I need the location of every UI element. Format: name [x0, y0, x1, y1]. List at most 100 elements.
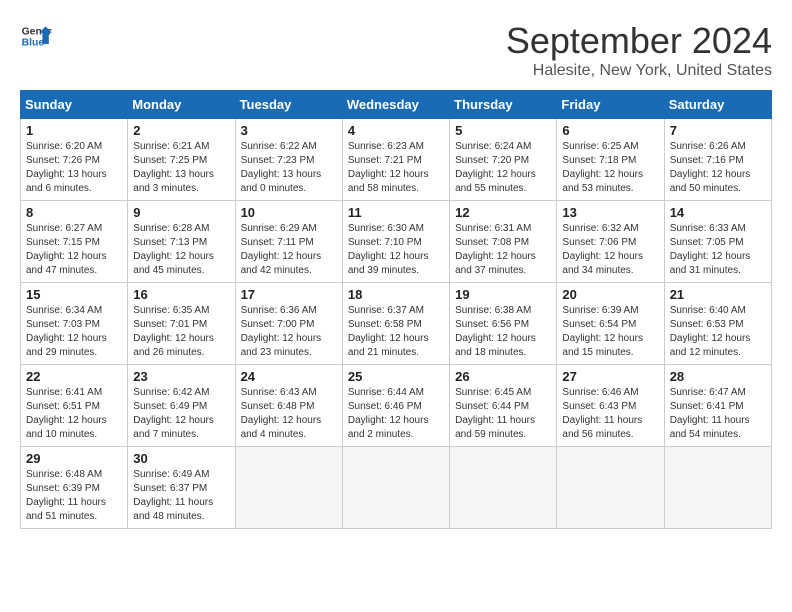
- header: General Blue September 2024 Halesite, Ne…: [20, 20, 772, 80]
- sunset-label: Sunset: 6:54 PM: [562, 319, 636, 330]
- table-row: 2 Sunrise: 6:21 AM Sunset: 7:25 PM Dayli…: [128, 119, 235, 201]
- sunrise-label: Sunrise: 6:41 AM: [26, 387, 102, 398]
- sunset-label: Sunset: 6:56 PM: [455, 319, 529, 330]
- calendar-header-row: Sunday Monday Tuesday Wednesday Thursday…: [21, 91, 772, 119]
- sunrise-label: Sunrise: 6:24 AM: [455, 141, 531, 152]
- sunrise-label: Sunrise: 6:26 AM: [670, 141, 746, 152]
- day-info: Sunrise: 6:35 AM Sunset: 7:01 PM Dayligh…: [133, 304, 229, 360]
- day-info: Sunrise: 6:49 AM Sunset: 6:37 PM Dayligh…: [133, 468, 229, 524]
- table-row: 15 Sunrise: 6:34 AM Sunset: 7:03 PM Dayl…: [21, 283, 128, 365]
- day-info: Sunrise: 6:21 AM Sunset: 7:25 PM Dayligh…: [133, 140, 229, 196]
- table-row: [342, 447, 449, 529]
- logo: General Blue: [20, 20, 52, 52]
- sunset-label: Sunset: 6:51 PM: [26, 401, 100, 412]
- table-row: 26 Sunrise: 6:45 AM Sunset: 6:44 PM Dayl…: [450, 365, 557, 447]
- col-friday: Friday: [557, 91, 664, 119]
- day-info: Sunrise: 6:29 AM Sunset: 7:11 PM Dayligh…: [241, 222, 337, 278]
- day-info: Sunrise: 6:24 AM Sunset: 7:20 PM Dayligh…: [455, 140, 551, 196]
- sunrise-label: Sunrise: 6:33 AM: [670, 223, 746, 234]
- calendar-week-row: 15 Sunrise: 6:34 AM Sunset: 7:03 PM Dayl…: [21, 283, 772, 365]
- day-info: Sunrise: 6:40 AM Sunset: 6:53 PM Dayligh…: [670, 304, 766, 360]
- daylight-label: Daylight: 12 hours and 42 minutes.: [241, 251, 322, 276]
- table-row: 12 Sunrise: 6:31 AM Sunset: 7:08 PM Dayl…: [450, 201, 557, 283]
- sunrise-label: Sunrise: 6:28 AM: [133, 223, 209, 234]
- calendar-week-row: 8 Sunrise: 6:27 AM Sunset: 7:15 PM Dayli…: [21, 201, 772, 283]
- table-row: 28 Sunrise: 6:47 AM Sunset: 6:41 PM Dayl…: [664, 365, 771, 447]
- sunset-label: Sunset: 7:23 PM: [241, 155, 315, 166]
- table-row: 23 Sunrise: 6:42 AM Sunset: 6:49 PM Dayl…: [128, 365, 235, 447]
- sunrise-label: Sunrise: 6:46 AM: [562, 387, 638, 398]
- day-number: 14: [670, 205, 766, 220]
- sunrise-label: Sunrise: 6:22 AM: [241, 141, 317, 152]
- sunset-label: Sunset: 7:03 PM: [26, 319, 100, 330]
- table-row: 1 Sunrise: 6:20 AM Sunset: 7:26 PM Dayli…: [21, 119, 128, 201]
- day-info: Sunrise: 6:30 AM Sunset: 7:10 PM Dayligh…: [348, 222, 444, 278]
- table-row: 17 Sunrise: 6:36 AM Sunset: 7:00 PM Dayl…: [235, 283, 342, 365]
- table-row: 5 Sunrise: 6:24 AM Sunset: 7:20 PM Dayli…: [450, 119, 557, 201]
- day-number: 22: [26, 369, 122, 384]
- sunset-label: Sunset: 7:08 PM: [455, 237, 529, 248]
- sunset-label: Sunset: 7:21 PM: [348, 155, 422, 166]
- sunset-label: Sunset: 6:41 PM: [670, 401, 744, 412]
- table-row: 4 Sunrise: 6:23 AM Sunset: 7:21 PM Dayli…: [342, 119, 449, 201]
- day-info: Sunrise: 6:45 AM Sunset: 6:44 PM Dayligh…: [455, 386, 551, 442]
- table-row: 10 Sunrise: 6:29 AM Sunset: 7:11 PM Dayl…: [235, 201, 342, 283]
- table-row: [235, 447, 342, 529]
- table-row: 13 Sunrise: 6:32 AM Sunset: 7:06 PM Dayl…: [557, 201, 664, 283]
- day-number: 16: [133, 287, 229, 302]
- day-number: 9: [133, 205, 229, 220]
- day-number: 18: [348, 287, 444, 302]
- logo-icon: General Blue: [20, 20, 52, 52]
- calendar-table: Sunday Monday Tuesday Wednesday Thursday…: [20, 90, 772, 529]
- day-info: Sunrise: 6:39 AM Sunset: 6:54 PM Dayligh…: [562, 304, 658, 360]
- table-row: 24 Sunrise: 6:43 AM Sunset: 6:48 PM Dayl…: [235, 365, 342, 447]
- daylight-label: Daylight: 13 hours and 0 minutes.: [241, 169, 322, 194]
- daylight-label: Daylight: 12 hours and 37 minutes.: [455, 251, 536, 276]
- sunrise-label: Sunrise: 6:29 AM: [241, 223, 317, 234]
- day-info: Sunrise: 6:33 AM Sunset: 7:05 PM Dayligh…: [670, 222, 766, 278]
- sunrise-label: Sunrise: 6:35 AM: [133, 305, 209, 316]
- sunset-label: Sunset: 7:13 PM: [133, 237, 207, 248]
- table-row: 22 Sunrise: 6:41 AM Sunset: 6:51 PM Dayl…: [21, 365, 128, 447]
- daylight-label: Daylight: 12 hours and 47 minutes.: [26, 251, 107, 276]
- table-row: [664, 447, 771, 529]
- sunrise-label: Sunrise: 6:40 AM: [670, 305, 746, 316]
- table-row: 21 Sunrise: 6:40 AM Sunset: 6:53 PM Dayl…: [664, 283, 771, 365]
- sunrise-label: Sunrise: 6:34 AM: [26, 305, 102, 316]
- day-number: 13: [562, 205, 658, 220]
- daylight-label: Daylight: 12 hours and 34 minutes.: [562, 251, 643, 276]
- daylight-label: Daylight: 12 hours and 45 minutes.: [133, 251, 214, 276]
- svg-text:Blue: Blue: [22, 38, 45, 49]
- table-row: 20 Sunrise: 6:39 AM Sunset: 6:54 PM Dayl…: [557, 283, 664, 365]
- sunset-label: Sunset: 6:43 PM: [562, 401, 636, 412]
- day-info: Sunrise: 6:38 AM Sunset: 6:56 PM Dayligh…: [455, 304, 551, 360]
- table-row: [450, 447, 557, 529]
- day-number: 6: [562, 123, 658, 138]
- sunrise-label: Sunrise: 6:44 AM: [348, 387, 424, 398]
- daylight-label: Daylight: 13 hours and 3 minutes.: [133, 169, 214, 194]
- daylight-label: Daylight: 12 hours and 29 minutes.: [26, 333, 107, 358]
- daylight-label: Daylight: 11 hours and 56 minutes.: [562, 415, 642, 440]
- daylight-label: Daylight: 12 hours and 39 minutes.: [348, 251, 429, 276]
- sunset-label: Sunset: 7:26 PM: [26, 155, 100, 166]
- table-row: [557, 447, 664, 529]
- day-info: Sunrise: 6:46 AM Sunset: 6:43 PM Dayligh…: [562, 386, 658, 442]
- sunset-label: Sunset: 6:37 PM: [133, 483, 207, 494]
- col-monday: Monday: [128, 91, 235, 119]
- sunrise-label: Sunrise: 6:32 AM: [562, 223, 638, 234]
- day-number: 21: [670, 287, 766, 302]
- title-area: September 2024 Halesite, New York, Unite…: [506, 20, 772, 80]
- page-subtitle: Halesite, New York, United States: [506, 62, 772, 80]
- day-info: Sunrise: 6:47 AM Sunset: 6:41 PM Dayligh…: [670, 386, 766, 442]
- table-row: 19 Sunrise: 6:38 AM Sunset: 6:56 PM Dayl…: [450, 283, 557, 365]
- page-title: September 2024: [506, 20, 772, 62]
- daylight-label: Daylight: 12 hours and 23 minutes.: [241, 333, 322, 358]
- sunrise-label: Sunrise: 6:27 AM: [26, 223, 102, 234]
- table-row: 18 Sunrise: 6:37 AM Sunset: 6:58 PM Dayl…: [342, 283, 449, 365]
- daylight-label: Daylight: 11 hours and 51 minutes.: [26, 497, 106, 522]
- sunset-label: Sunset: 6:53 PM: [670, 319, 744, 330]
- day-number: 27: [562, 369, 658, 384]
- sunset-label: Sunset: 7:00 PM: [241, 319, 315, 330]
- sunset-label: Sunset: 7:10 PM: [348, 237, 422, 248]
- sunrise-label: Sunrise: 6:21 AM: [133, 141, 209, 152]
